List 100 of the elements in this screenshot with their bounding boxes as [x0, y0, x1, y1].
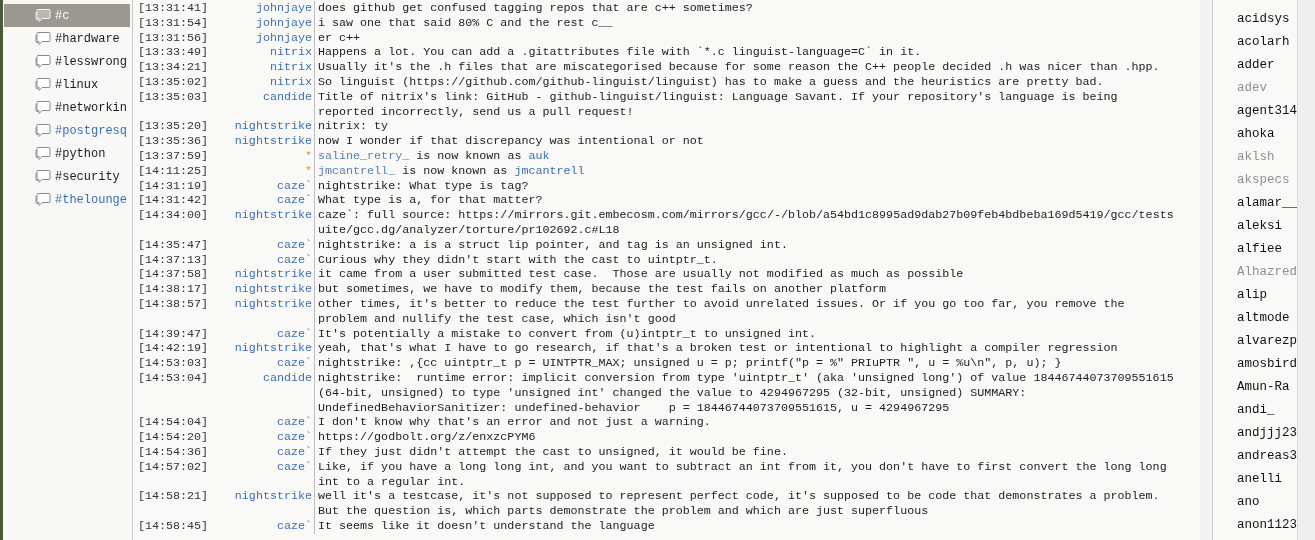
message-nick[interactable]: nitrix — [215, 45, 314, 61]
channel-name: #c — [55, 7, 70, 25]
message-nick[interactable]: candide — [215, 89, 314, 120]
message-nick[interactable]: caze` — [215, 415, 314, 431]
nick-link[interactable]: jmcantrell_ — [318, 163, 396, 178]
user-name[interactable]: alvarezp — [1237, 332, 1297, 351]
user-name[interactable]: andi_ — [1237, 401, 1275, 420]
message-nick[interactable]: nightstrike — [215, 489, 314, 519]
channel-name: #lesswrong — [55, 53, 127, 71]
timestamp: [13:31:41] — [137, 1, 210, 16]
timestamp: [14:38:57] — [137, 296, 210, 313]
message-text: What type is a, for that matter? — [318, 193, 543, 208]
timestamp: [14:42:19] — [137, 341, 210, 357]
user-name[interactable]: agent314 — [1237, 102, 1297, 121]
channel-item[interactable]: #networkin — [4, 96, 130, 119]
message-nick[interactable]: johnjaye — [215, 1, 314, 16]
timestamp: [13:35:02] — [137, 75, 210, 90]
channel-item[interactable]: #hardware — [4, 27, 130, 50]
message-nick[interactable]: nitrix — [215, 60, 314, 75]
timestamp: [13:37:59] — [137, 148, 210, 164]
user-name[interactable]: Amun-Ra — [1237, 378, 1290, 397]
timestamp: [14:35:47] — [137, 237, 210, 253]
channel-name: #linux — [55, 76, 99, 94]
channel-item[interactable]: #linux — [4, 73, 130, 96]
user-name[interactable]: alip — [1237, 286, 1267, 305]
channel-name: #hardware — [55, 30, 120, 48]
user-name[interactable]: ahoka — [1237, 125, 1275, 144]
user-name[interactable]: Alhazred — [1237, 263, 1297, 282]
user-name[interactable]: acolarh — [1237, 33, 1290, 52]
message-nick[interactable]: candide — [215, 370, 314, 416]
user-name[interactable]: andjjj23 — [1237, 424, 1297, 443]
user-name[interactable]: ano — [1237, 493, 1260, 512]
user-name[interactable]: aklsh — [1237, 148, 1275, 167]
message-nick[interactable]: nitrix — [215, 75, 314, 90]
message-nick[interactable]: caze` — [215, 178, 314, 194]
message-text: other times, it's better to reduce the test further to avoid unrelated issues. Or if you go too far, you remove the problem and nullify the test case, which isn't good — [318, 296, 1126, 326]
user-name[interactable]: adev — [1237, 79, 1267, 98]
chat-bubble-icon — [34, 191, 52, 208]
message-nick[interactable]: caze` — [215, 193, 314, 209]
message-nick[interactable]: caze` — [215, 237, 314, 253]
channel-item[interactable]: #postgresq — [4, 119, 130, 142]
user-name[interactable]: alamar__ — [1237, 194, 1297, 213]
message-text: nightstrike: runtime error: implicit conversion from type 'uintptr_t' (aka 'unsigned long') of value 18446744073709551615 (64-bit, unsigned) to type 'unsigned int' changed the value to 4294967295 (32-bit, unsigned) SUMMARY: UndefinedBehaviorSanitizer: undefined-behavior p = 18446744073709551615, u = 4294967295 — [318, 370, 1175, 415]
message-text: If they just didn't attempt the cast to unsigned, it would be fine. — [318, 444, 788, 459]
message-text: It seems like it doesn't understand the language — [318, 518, 655, 533]
message-text: It's potentially a mistake to convert from (u)intptr_t to unsigned int. — [318, 326, 816, 341]
channel-item[interactable]: #python — [4, 142, 130, 165]
chat-bubble-icon — [34, 145, 52, 162]
timestamp: [13:31:54] — [137, 15, 210, 31]
message-nick[interactable]: nightstrike — [215, 119, 314, 135]
user-name[interactable]: andreas3 — [1237, 447, 1297, 466]
message-nick[interactable]: johnjaye — [215, 30, 314, 46]
message-nick[interactable]: caze` — [215, 252, 314, 268]
message-nick[interactable]: caze` — [215, 459, 314, 490]
nick-link[interactable]: jmcantrell — [514, 163, 585, 178]
user-name[interactable]: akspecs — [1237, 171, 1290, 190]
nick-link[interactable]: auk — [528, 148, 550, 163]
channel-name: #security — [55, 168, 120, 186]
message-text: Usually it's the .h files that are miscategorised because for some reason the C++ people decided .h was nicer than .hpp. — [318, 60, 1160, 75]
user-name[interactable]: anon1123 — [1237, 516, 1297, 535]
timestamp: [13:35:20] — [137, 119, 210, 135]
message-nick[interactable]: caze` — [215, 326, 314, 342]
timestamp: [14:39:47] — [137, 326, 210, 342]
user-name[interactable]: amosbird — [1237, 355, 1297, 374]
message-nick[interactable]: caze` — [215, 356, 314, 371]
channel-item[interactable]: #lesswrong — [4, 50, 130, 73]
channel-item[interactable]: #c — [4, 4, 130, 27]
timestamp: [14:54:20] — [137, 430, 210, 445]
message-nick[interactable]: johnjaye — [215, 15, 314, 31]
timestamp: [14:53:03] — [137, 356, 210, 371]
user-name[interactable]: anelli — [1237, 470, 1282, 489]
message-nick[interactable]: caze` — [215, 444, 314, 460]
channel-item[interactable]: #security — [4, 165, 130, 188]
channel-name: #thelounge — [55, 191, 127, 209]
user-name[interactable]: alfiee — [1237, 240, 1282, 259]
message-nick[interactable]: nightstrike — [215, 208, 314, 238]
message-nick[interactable]: caze` — [215, 518, 314, 534]
message-nick: * — [304, 163, 313, 179]
message-nick[interactable]: caze` — [215, 430, 314, 445]
channel-item[interactable]: #thelounge — [4, 188, 130, 211]
user-name[interactable]: adder — [1237, 56, 1275, 75]
timestamp: [14:53:04] — [137, 370, 210, 387]
user-name[interactable]: acidsys — [1237, 10, 1290, 29]
message-text: I don't know why that's an error and not just a warning. — [318, 415, 711, 430]
timestamp: [14:11:25] — [137, 163, 210, 179]
message-nick[interactable]: nightstrike — [215, 341, 314, 357]
message-text: Happens a lot. You can add a .gitattributes file with `*.c linguist-language=C` in it. — [318, 45, 922, 60]
user-name[interactable]: aleksi — [1237, 217, 1282, 236]
timestamp: [14:58:45] — [137, 518, 210, 534]
message-nick: * — [304, 148, 313, 164]
nick-link[interactable]: saline_retry_ — [318, 148, 410, 163]
message-nick[interactable]: nightstrike — [215, 134, 314, 149]
message-text: So linguist (https://github.com/github-linguist/linguist) has to make a guess and the heuristics are pretty bad. — [318, 75, 1104, 89]
user-name[interactable]: altmode — [1237, 309, 1290, 328]
message-nick[interactable]: nightstrike — [215, 282, 314, 297]
timestamp: [13:33:49] — [137, 45, 210, 61]
message-text: Title of nitrix's link: GitHub - github-linguist/linguist: Language Savant. If your repository's language is being reported incorrectly, send us a pull request! — [318, 89, 1119, 119]
message-text: nitrix: ty — [318, 119, 389, 134]
message-nick[interactable]: nightstrike — [215, 296, 314, 327]
message-nick[interactable]: nightstrike — [215, 267, 314, 283]
